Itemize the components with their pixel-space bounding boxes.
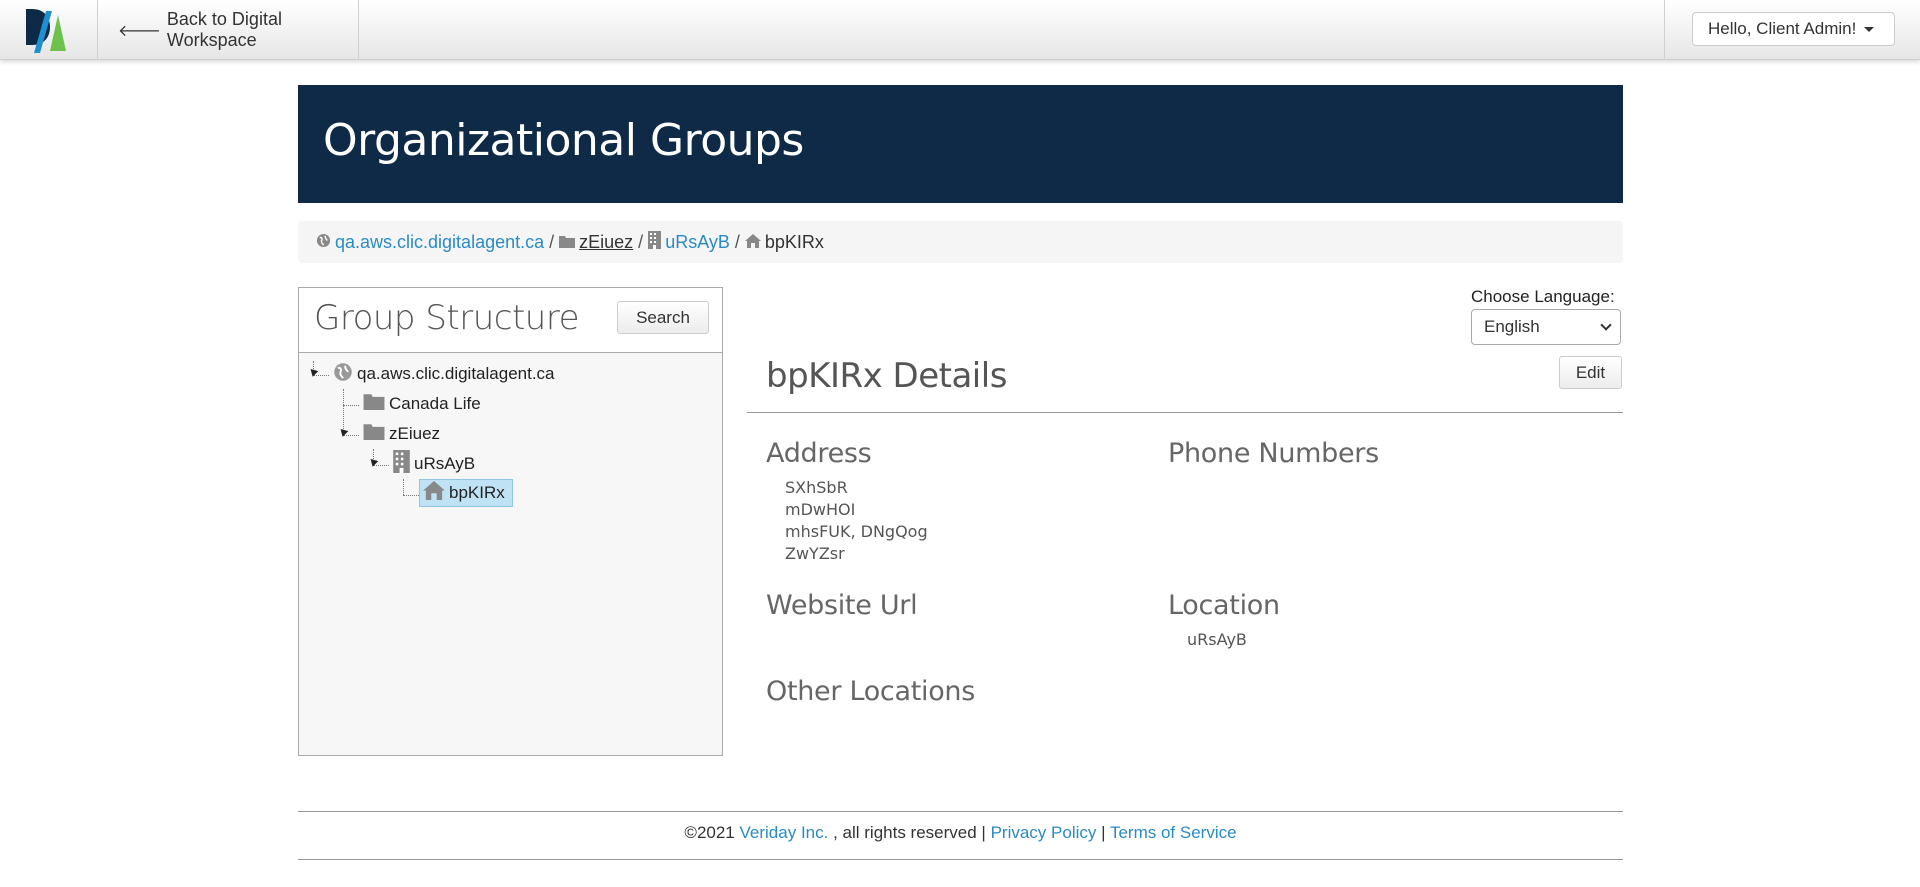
breadcrumb-item-ursayb[interactable]: uRsAyB [665,232,730,253]
group-structure-panel: Group Structure Search qa.aws.clic.digit… [298,287,723,756]
breadcrumb-item-zeiuez[interactable]: zEiuez [579,232,633,253]
terms-of-service-link[interactable]: Terms of Service [1110,823,1237,842]
breadcrumb-separator: / [734,231,740,252]
language-selected-value: English [1484,317,1540,336]
chevron-down-icon [1600,319,1612,331]
website-url-heading: Website Url [766,590,918,621]
globe-icon [333,362,353,387]
tree-node-label: bpKIRx [449,483,505,502]
location-value: uRsAyB [1187,630,1247,649]
footer-rights: , all rights reserved | [833,823,986,842]
folder-icon [363,393,385,415]
language-label: Choose Language: [1471,287,1615,306]
top-navbar: 🡐 Back to Digital Workspace Hello, Clien… [0,0,1920,60]
breadcrumb: qa.aws.clic.digitalagent.ca / zEiuez / u… [298,221,1623,263]
home-icon [744,232,761,253]
other-locations-heading: Other Locations [766,676,976,707]
caret-down-icon [1864,26,1875,32]
address-line: mDwHOI [785,500,856,519]
tree-node-label: Canada Life [389,394,481,413]
divider [747,412,1623,413]
logo-icon [26,9,66,53]
footer-copyright: ©2021 [684,823,735,842]
folder-icon [559,232,576,253]
tree-line [343,405,359,406]
tree-node-label: qa.aws.clic.digitalagent.ca [357,364,555,383]
tree-node-label: zEiuez [389,424,441,443]
footer-divider: | [1101,823,1106,842]
divider [298,811,1623,812]
building-icon [393,450,410,478]
back-to-workspace-link[interactable]: 🡐 Back to Digital Workspace [98,0,359,60]
tree-line [313,375,329,376]
folder-icon [363,423,385,445]
breadcrumb-separator: / [638,231,644,252]
tree-line [373,465,389,466]
back-link-label: Back to Digital Workspace [166,9,282,50]
tree-node-root[interactable]: qa.aws.clic.digitalagent.ca [333,361,559,387]
group-structure-title: Group Structure [314,298,579,338]
breadcrumb-separator: / [549,231,555,252]
location-heading: Location [1168,590,1280,621]
tree-line [403,495,419,496]
tree-node-ursayb[interactable]: uRsAyB [393,450,479,478]
arrow-left-icon: 🡐 [118,22,161,40]
details-title: bpKIRx Details [766,356,1007,396]
tree-node-label: uRsAyB [414,454,476,473]
search-button[interactable]: Search [617,301,709,334]
selected-node-highlight: bpKIRx [419,479,513,507]
address-heading: Address [766,438,872,469]
address-line: ZwYZsr [785,544,845,563]
address-line: mhsFUK, DNgQog [785,522,928,541]
edit-button[interactable]: Edit [1559,356,1622,389]
footer: ©2021 Veriday Inc. , all rights reserved… [298,823,1623,843]
home-icon [423,481,445,505]
user-menu-label: Hello, Client Admin! [1708,19,1857,38]
tree-node-zeiuez[interactable]: zEiuez [363,421,444,447]
tree-node-bpkirx[interactable]: bpKIRx [419,479,513,507]
group-structure-header: Group Structure Search [299,288,722,353]
language-select[interactable]: English [1471,309,1621,345]
address-line: SXhSbR [785,478,848,497]
building-icon [648,230,662,254]
page-title: Organizational Groups [323,115,804,166]
page-banner: Organizational Groups [298,85,1623,203]
user-menu-button[interactable]: Hello, Client Admin! [1692,12,1895,46]
breadcrumb-item-root[interactable]: qa.aws.clic.digitalagent.ca [335,232,544,253]
breadcrumb-item-current: bpKIRx [764,231,824,252]
tree-node-canada-life[interactable]: Canada Life [363,391,485,417]
globe-icon [316,232,331,253]
divider [1664,0,1665,60]
phone-numbers-heading: Phone Numbers [1168,438,1379,469]
tree-line [343,435,359,436]
logo[interactable] [0,0,98,60]
divider [298,859,1623,860]
privacy-policy-link[interactable]: Privacy Policy [991,823,1097,842]
company-link[interactable]: Veriday Inc. [740,823,829,842]
tree-line [403,479,404,495]
